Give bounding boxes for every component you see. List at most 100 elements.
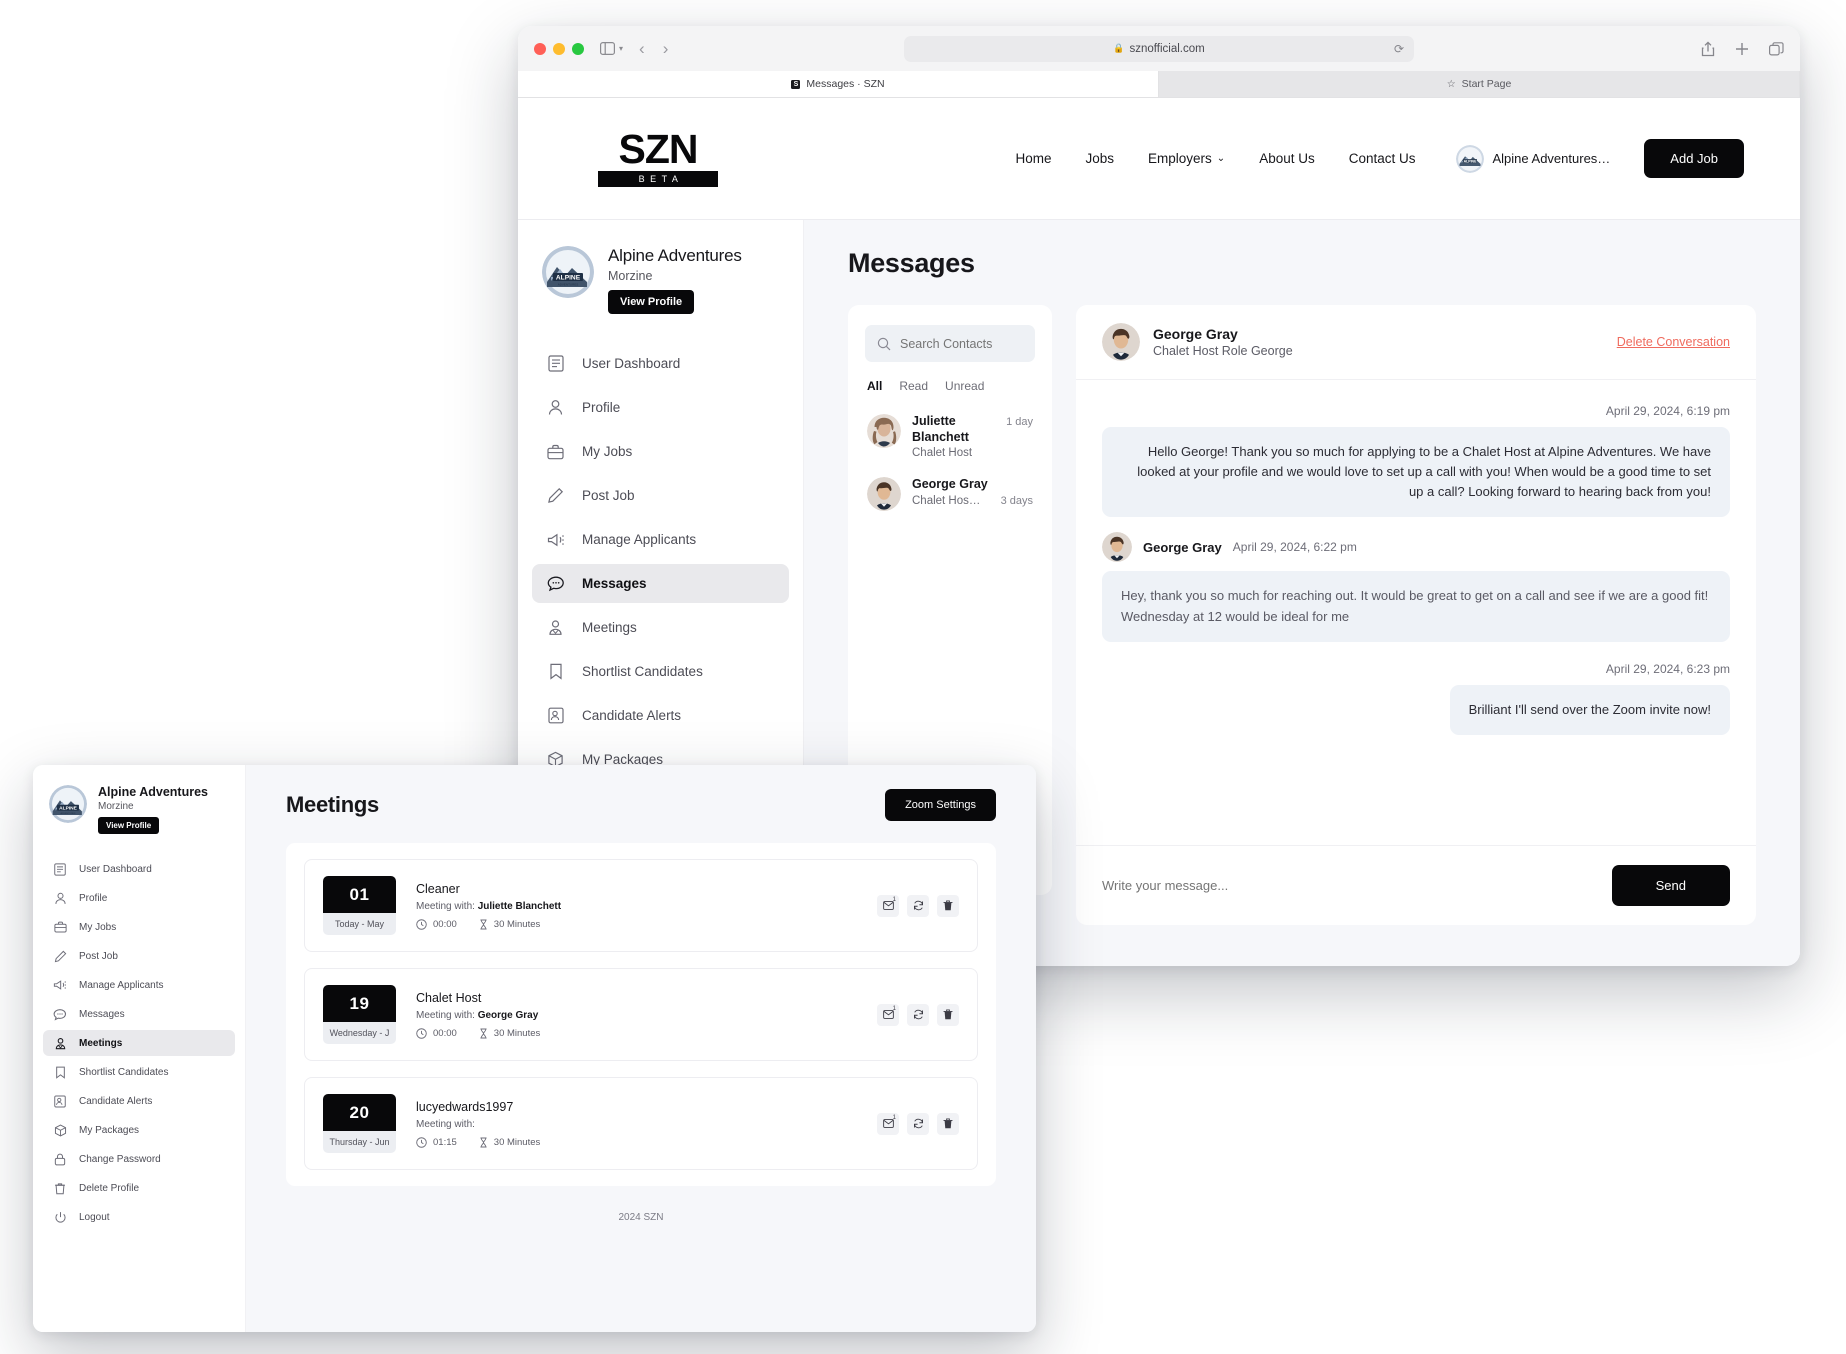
sidebar-item-label: Delete Profile [79,1182,140,1194]
maximize-window-button[interactable] [572,42,584,55]
star-icon: ☆ [1446,78,1456,90]
share-icon[interactable] [1701,40,1715,57]
email-icon[interactable]: 1 [877,1112,899,1135]
contact-filters: All Read Unread [867,379,1035,393]
nav-jobs[interactable]: Jobs [1085,151,1114,166]
svg-text:ADVENTURES: ADVENTURES [558,283,579,287]
meeting-card[interactable]: 01 Today - May Cleaner Meeting with: Jul… [304,859,978,952]
person-icon [546,398,565,417]
sidebar-item-shortlist-candidates[interactable]: Shortlist Candidates [43,1059,235,1085]
message-input[interactable] [1102,878,1596,893]
zoom-settings-button[interactable]: Zoom Settings [885,789,996,821]
hourglass-icon [479,919,488,930]
sidebar-item-profile[interactable]: Profile [532,388,789,427]
address-bar-url: sznofficial.com [1129,42,1205,55]
view-profile-button[interactable]: View Profile [608,290,695,314]
sidebar-item-messages[interactable]: Messages [43,1001,235,1027]
bookmark-icon [546,662,565,681]
chat-icon [53,1007,67,1021]
add-job-button[interactable]: Add Job [1644,139,1744,178]
sidebar-item-user-dashboard[interactable]: User Dashboard [532,344,789,383]
szn-logo[interactable]: SZN BETA [598,128,718,188]
sidebar-item-my-jobs[interactable]: My Jobs [532,432,789,471]
filter-all[interactable]: All [867,379,882,393]
meeting-time-value: 00:00 [433,918,457,930]
toggle-sidebar-button[interactable]: ▾ [600,42,623,55]
contact-list-item[interactable]: George Gray Chalet Hos… 3 days [865,468,1035,520]
reload-icon[interactable]: ⟳ [1394,42,1404,56]
meeting-time-value: 00:00 [433,1027,457,1039]
window-traffic-lights[interactable] [534,42,584,55]
sidebar-item-meetings[interactable]: Meetings [43,1030,235,1056]
meeting-meta: 01:15 30 Minutes [416,1137,857,1148]
sidebar-item-candidate-alerts[interactable]: Candidate Alerts [532,696,789,735]
sidebar-item-change-password[interactable]: Change Password [43,1146,235,1172]
nav-about-us[interactable]: About Us [1259,151,1315,166]
trash-icon[interactable] [937,1112,959,1135]
delete-conversation-link[interactable]: Delete Conversation [1617,335,1730,349]
trash-icon[interactable] [937,1003,959,1026]
reschedule-icon[interactable] [907,894,929,917]
avatar [1102,532,1132,563]
forward-button[interactable]: › [663,39,669,59]
tab-overview-icon[interactable] [1769,41,1784,56]
sidebar-item-candidate-alerts[interactable]: Candidate Alerts [43,1088,235,1114]
send-button[interactable]: Send [1611,865,1730,906]
close-window-button[interactable] [534,42,546,55]
sidebar-item-manage-applicants[interactable]: Manage Applicants [43,972,235,998]
pencil-icon [53,949,67,963]
filter-read[interactable]: Read [899,379,928,393]
browser-tab-start-page[interactable]: ☆ Start Page [1159,71,1800,97]
meeting-with: Meeting with: George Gray [416,1010,857,1021]
new-tab-icon[interactable] [1735,42,1749,56]
sidebar-item-user-dashboard[interactable]: User Dashboard [43,856,235,882]
reschedule-icon[interactable] [907,1003,929,1026]
sidebar-item-messages[interactable]: Messages [532,564,789,603]
sidebar-item-label: Meetings [582,620,637,635]
meeting-time: 01:15 [416,1137,457,1148]
message-sender-row: George Gray April 29, 2024, 6:22 pm [1102,532,1730,563]
nav-home[interactable]: Home [1015,151,1051,166]
nav-arrows[interactable]: ‹ › [639,39,668,59]
sidebar-item-meetings[interactable]: Meetings [532,608,789,647]
reschedule-icon[interactable] [907,1112,929,1135]
megaphone-icon [53,978,67,992]
sidebar-item-logout[interactable]: Logout [43,1204,235,1230]
sidebar-item-post-job[interactable]: Post Job [532,476,789,515]
meetings-header: Meetings Zoom Settings [286,789,996,821]
sidebar-item-label: Manage Applicants [79,979,164,991]
search-input[interactable] [900,336,1023,351]
contact-role: Chalet Hos… [912,494,981,507]
filter-unread[interactable]: Unread [945,379,984,393]
address-bar[interactable]: 🔒 sznofficial.com ⟳ [904,35,1414,62]
user-badge-icon [546,618,565,637]
sidebar-item-delete-profile[interactable]: Delete Profile [43,1175,235,1201]
contact-list-item[interactable]: Juliette Blanchett 1 day Chalet Host [865,405,1035,468]
sidebar-item-my-packages[interactable]: My Packages [43,1117,235,1143]
sidebar-item-my-jobs[interactable]: My Jobs [43,914,235,940]
meeting-card[interactable]: 19 Wednesday - J Chalet Host Meeting wit… [304,968,978,1061]
search-contacts-box[interactable] [865,325,1035,362]
back-button[interactable]: ‹ [639,39,645,59]
company-logo: ALPINE ADVENTURES [49,785,87,823]
nav-employers[interactable]: Employers ⌄ [1148,151,1225,166]
email-icon[interactable]: 1 [877,1003,899,1026]
sidebar-item-manage-applicants[interactable]: Manage Applicants [532,520,789,559]
meeting-with: Meeting with: Juliette Blanchett [416,901,857,912]
view-profile-button[interactable]: View Profile [98,817,160,834]
sidebar-item-post-job[interactable]: Post Job [43,943,235,969]
meetings-list: 01 Today - May Cleaner Meeting with: Jul… [286,843,996,1186]
account-menu[interactable]: ALPINE Alpine Adventures… [1455,144,1610,173]
browser-tab-messages[interactable]: S Messages · SZN [518,71,1159,97]
nav-contact-us[interactable]: Contact Us [1349,151,1416,166]
minimize-window-button[interactable] [553,42,565,55]
conversation-header: George Gray Chalet Host Role George Dele… [1076,305,1756,380]
trash-icon[interactable] [937,894,959,917]
sidebar-item-shortlist-candidates[interactable]: Shortlist Candidates [532,652,789,691]
message-timestamp: April 29, 2024, 6:23 pm [1605,661,1730,676]
meeting-card[interactable]: 20 Thursday - Jun lucyedwards1997 Meetin… [304,1077,978,1170]
sidebar-item-profile[interactable]: Profile [43,885,235,911]
briefcase-icon [546,442,565,461]
sidebar-item-label: User Dashboard [582,356,681,371]
email-icon[interactable]: 1 [877,894,899,917]
